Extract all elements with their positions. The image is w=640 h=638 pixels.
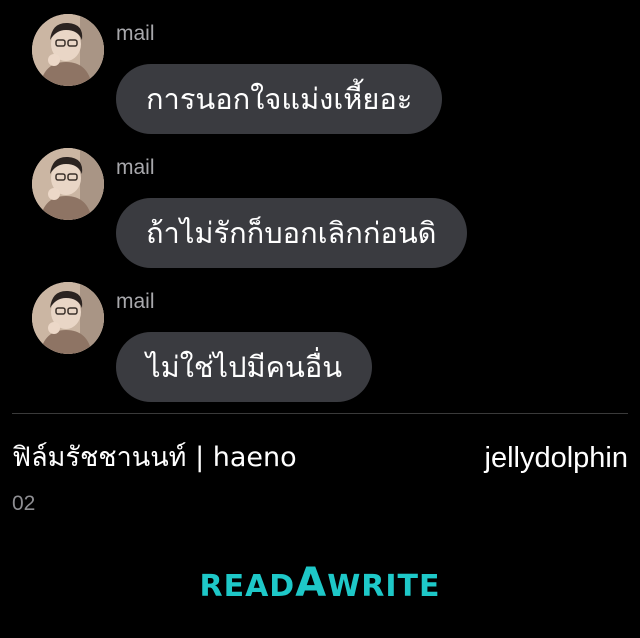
episode-number: 02 — [12, 492, 36, 515]
message-bubble[interactable]: ถ้าไม่รักก็บอกเลิกก่อนดิ — [116, 198, 467, 268]
message-bubble[interactable]: การนอกใจแม่งเหี้ยอะ — [116, 64, 443, 134]
chat-message: mail การนอกใจแม่งเหี้ยอะ — [0, 0, 640, 134]
avatar-photo-icon — [32, 14, 104, 86]
readawrite-logo: READAWRITE — [0, 560, 640, 606]
story-title[interactable]: ฟิล์มรัชชานนท์ | haeno — [12, 440, 297, 476]
user-avatar[interactable] — [32, 282, 104, 354]
sender-name: mail — [116, 22, 155, 45]
logo-write: WRITE — [327, 569, 441, 604]
avatar-photo-icon — [32, 148, 104, 220]
user-avatar[interactable] — [32, 14, 104, 86]
logo-read: READ — [199, 569, 296, 604]
author-name[interactable]: jellydolphin — [485, 440, 629, 476]
user-avatar[interactable] — [32, 148, 104, 220]
avatar-photo-icon — [32, 282, 104, 354]
logo-a: A — [295, 560, 328, 606]
message-bubble[interactable]: ไม่ใช่ไปมีคนอื่น — [116, 332, 373, 402]
sender-name: mail — [116, 156, 155, 179]
sender-name: mail — [116, 290, 155, 313]
chat-message: mail ไม่ใช่ไปมีคนอื่น — [0, 268, 640, 402]
chat-message: mail ถ้าไม่รักก็บอกเลิกก่อนดิ — [0, 134, 640, 268]
divider — [12, 413, 628, 414]
